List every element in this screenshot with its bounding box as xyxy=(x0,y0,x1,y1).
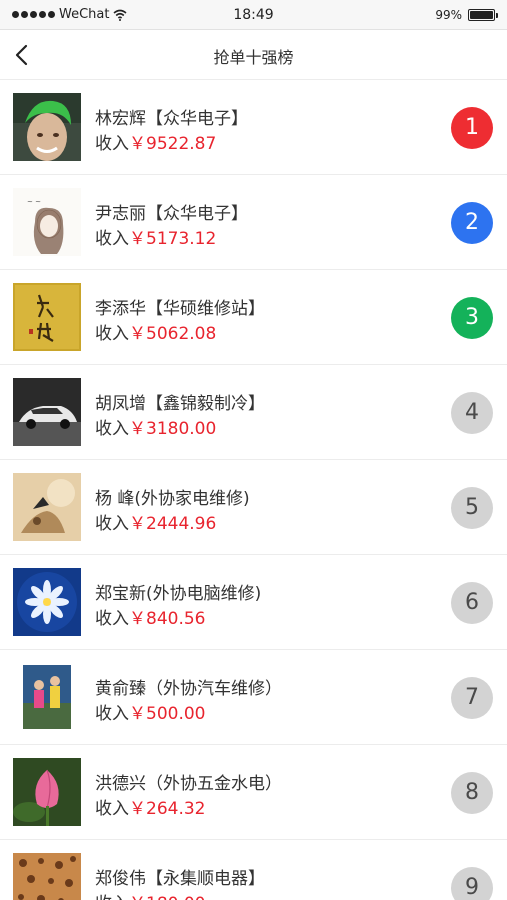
ranking-row[interactable]: 尹志丽【众华电子】 收入￥5173.12 2 xyxy=(0,175,507,270)
rank-badge: 5 xyxy=(451,487,493,529)
income-amount: ￥2444.96 xyxy=(129,514,217,534)
worker-name: 李添华【华硕维修站】 xyxy=(95,299,265,319)
worker-name: 杨 峰(外协家电维修) xyxy=(95,489,250,509)
ranking-row[interactable]: 郑俊伟【永集顺电器】收入￥180.009 xyxy=(0,840,507,900)
avatar xyxy=(13,283,81,351)
rank-badge: 6 xyxy=(451,582,493,624)
avatar xyxy=(13,853,81,900)
income-amount: ￥180.00 xyxy=(129,894,205,900)
rank-badge: 9 xyxy=(451,867,493,900)
income-label: 收入 xyxy=(95,514,129,534)
avatar xyxy=(13,378,81,446)
page-title: 抢单十强榜 xyxy=(213,48,294,67)
rank-badge: 2 xyxy=(451,202,493,244)
rank-badge: 7 xyxy=(451,677,493,719)
income-label: 收入 xyxy=(95,609,129,629)
worker-name: 郑俊伟【永集顺电器】 xyxy=(95,869,265,889)
income-label: 收入 xyxy=(95,799,129,819)
status-bar: WeChat 18:49 99% xyxy=(0,0,507,30)
avatar xyxy=(13,663,81,731)
income-label: 收入 xyxy=(95,229,129,249)
income-line: 收入￥5173.12 xyxy=(95,224,216,249)
income-amount: ￥264.32 xyxy=(129,799,206,819)
battery-status: 99% xyxy=(435,8,498,22)
rank-badge: 8 xyxy=(451,772,493,814)
income-line: 收入￥3180.00 xyxy=(95,414,216,439)
rank-badge: 1 xyxy=(451,107,493,149)
ranking-row[interactable]: 郑宝新(外协电脑维修) 收入￥840.56 6 xyxy=(0,555,507,650)
income-label: 收入 xyxy=(95,419,129,439)
worker-name: 郑宝新(外协电脑维修) xyxy=(95,584,262,604)
worker-name: 胡凤增【鑫锦毅制冷】 xyxy=(95,394,265,414)
ranking-row[interactable]: 黄俞臻（外协汽车维修） 收入￥500.00 7 xyxy=(0,650,507,745)
income-line: 收入￥840.56 xyxy=(95,604,205,629)
income-amount: ￥3180.00 xyxy=(129,419,217,439)
avatar xyxy=(13,473,81,541)
income-amount: ￥5062.08 xyxy=(129,324,217,344)
income-amount: ￥500.00 xyxy=(129,704,206,724)
worker-name: 黄俞臻（外协汽车维修） xyxy=(95,679,282,699)
ranking-list: 林宏辉【众华电子】 收入￥9522.87 1 尹志丽【众华电子】 收入￥5173.12 2… xyxy=(0,80,507,900)
battery-percent: 99% xyxy=(435,8,462,22)
battery-icon xyxy=(468,9,498,21)
income-label: 收入 xyxy=(95,894,129,900)
income-amount: ￥5173.12 xyxy=(129,229,217,249)
income-label: 收入 xyxy=(95,704,129,724)
income-label: 收入 xyxy=(95,324,129,344)
worker-name: 尹志丽【众华电子】 xyxy=(95,204,248,224)
battery-fill xyxy=(470,11,493,19)
income-amount: ￥9522.87 xyxy=(129,134,217,154)
rank-badge: 3 xyxy=(451,297,493,339)
avatar xyxy=(13,93,81,161)
income-line: 收入￥2444.96 xyxy=(95,509,216,534)
ranking-row[interactable]: 杨 峰(外协家电维修) 收入￥2444.96 5 xyxy=(0,460,507,555)
nav-bar: 抢单十强榜 xyxy=(0,30,507,80)
income-line: 收入￥180.00 xyxy=(95,889,205,900)
income-line: 收入￥264.32 xyxy=(95,794,205,819)
avatar xyxy=(13,188,81,256)
income-line: 收入￥9522.87 xyxy=(95,129,216,154)
income-amount: ￥840.56 xyxy=(129,609,206,629)
rank-badge: 4 xyxy=(451,392,493,434)
ranking-row[interactable]: 洪德兴（外协五金水电） 收入￥264.32 8 xyxy=(0,745,507,840)
ranking-row[interactable]: 林宏辉【众华电子】 收入￥9522.87 1 xyxy=(0,80,507,175)
income-line: 收入￥5062.08 xyxy=(95,319,216,344)
worker-name: 洪德兴（外协五金水电） xyxy=(95,774,282,794)
income-label: 收入 xyxy=(95,134,129,154)
avatar xyxy=(13,568,81,636)
ranking-row[interactable]: 李添华【华硕维修站】 收入￥5062.08 3 xyxy=(0,270,507,365)
status-time: 18:49 xyxy=(233,7,274,23)
ranking-row[interactable]: 胡凤增【鑫锦毅制冷】 收入￥3180.00 4 xyxy=(0,365,507,460)
avatar xyxy=(13,758,81,826)
worker-name: 林宏辉【众华电子】 xyxy=(95,109,248,129)
income-line: 收入￥500.00 xyxy=(95,699,205,724)
